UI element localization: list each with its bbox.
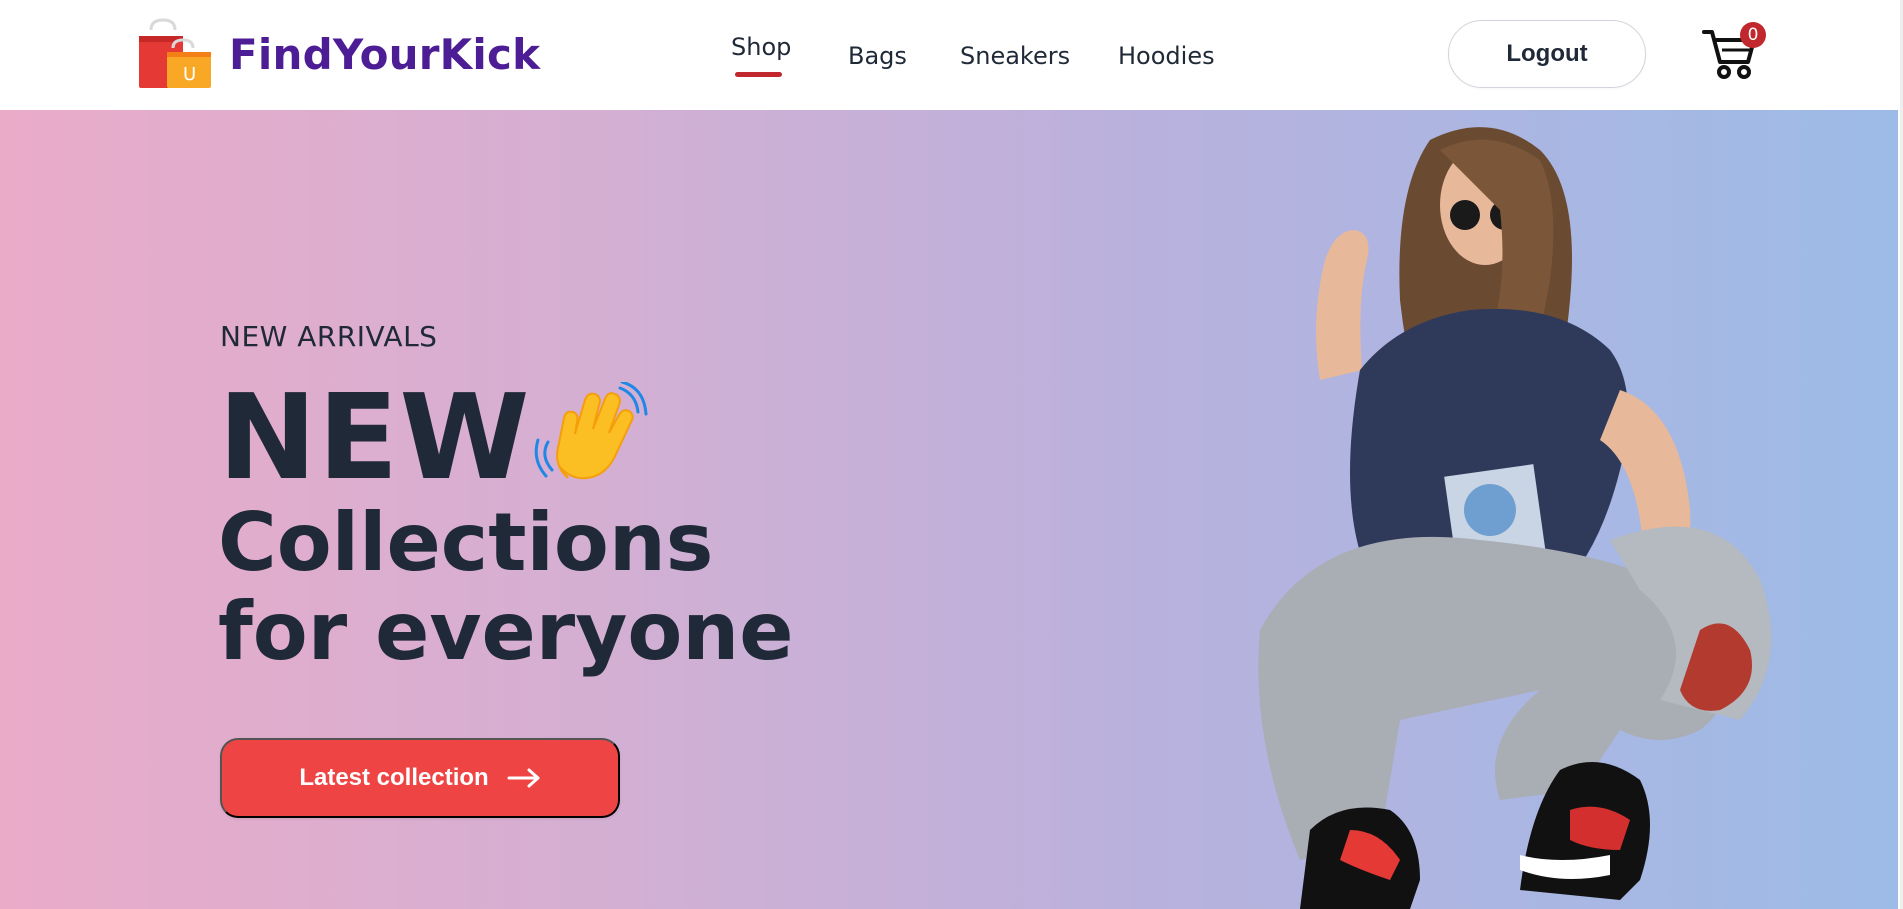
fashion-model-image: [1258, 127, 1772, 909]
arrow-right-icon: [507, 768, 540, 788]
nav-item-shop[interactable]: Shop: [731, 33, 791, 61]
waving-hand-icon: [534, 382, 648, 480]
hero-headline-for-everyone: for everyone: [218, 585, 794, 678]
latest-collection-button[interactable]: Latest collection: [220, 738, 620, 818]
hero-banner: NEW ARRIVALS NEW Collections for everyon…: [0, 110, 1898, 909]
hero-headline-collections: Collections: [218, 496, 714, 589]
cart-count-badge: 0: [1740, 22, 1766, 48]
navbar: U FindYourKick Shop Bags Sneakers Hoodie…: [0, 0, 1903, 110]
latest-collection-label: Latest collection: [299, 764, 489, 791]
logout-button[interactable]: Logout: [1448, 20, 1646, 88]
brand-name: FindYourKick: [229, 29, 541, 79]
nav-item-sneakers[interactable]: Sneakers: [960, 42, 1070, 70]
svg-text:U: U: [183, 64, 196, 85]
nav-active-underline: [735, 72, 782, 77]
shopping-bag-icon: U: [139, 18, 211, 88]
hero-headline-new: NEW: [218, 368, 531, 506]
nav-item-bags[interactable]: Bags: [848, 42, 907, 70]
brand-logo[interactable]: U FindYourKick: [137, 18, 540, 90]
nav-item-hoodies[interactable]: Hoodies: [1118, 42, 1215, 70]
hero-eyebrow: NEW ARRIVALS: [220, 320, 438, 353]
